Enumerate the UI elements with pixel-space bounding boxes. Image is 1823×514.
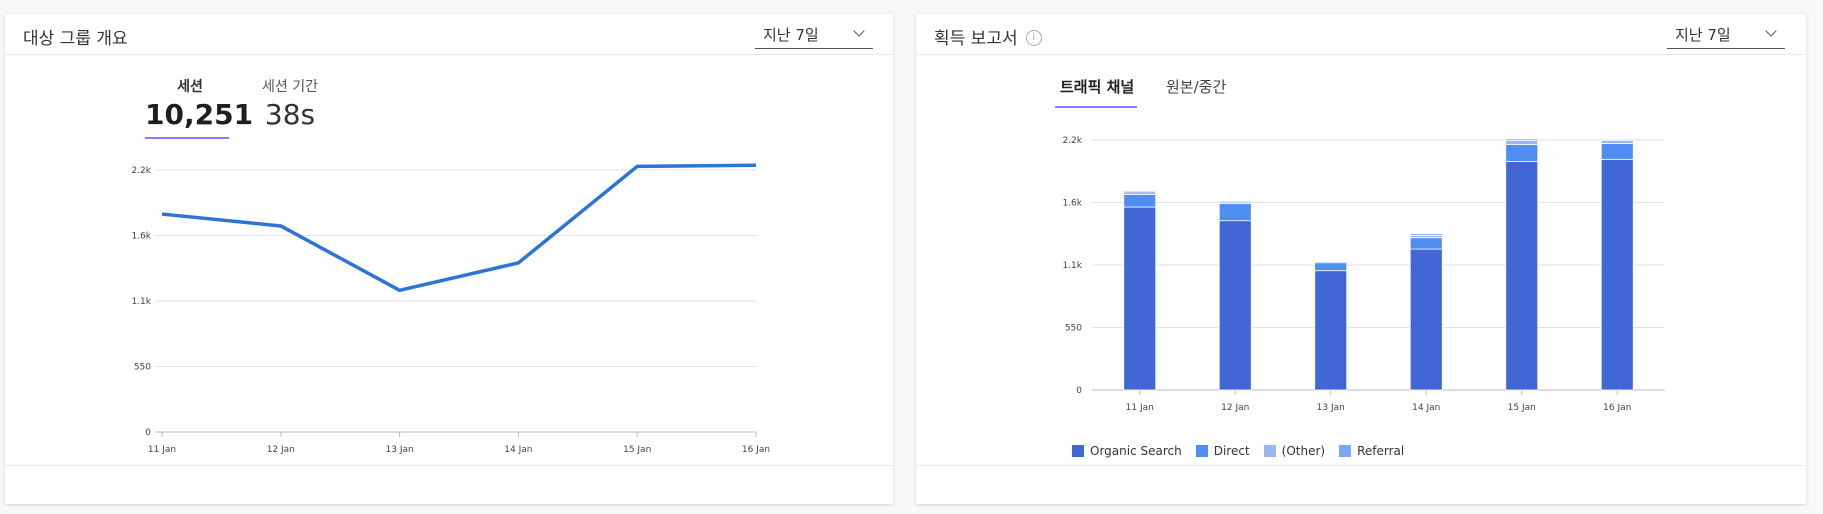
bar-segment [1123,191,1157,195]
bar-segment [1409,233,1443,236]
chart-legend: Organic Search Direct (Other) Referral [1072,444,1418,458]
legend-label: Organic Search [1090,444,1182,458]
bar-segment [1123,194,1157,208]
bar-segment [1505,138,1539,141]
x-tick-label: 16 Jan [742,445,770,455]
traffic-channel-bar-chart: 0 550 1.1k 1.6k 2.2k 11 Jan 12 Jan 13 Jan 14 Jan… [1062,136,1665,413]
x-tick-label: 14 Jan [1412,403,1440,413]
bar-segment [1600,143,1634,160]
bar-segment [1218,203,1252,222]
x-tick-label: 13 Jan [1317,403,1345,413]
legend-swatch [1072,445,1084,457]
legend-swatch [1195,445,1208,457]
y-tick-label: 1.6k [1062,199,1082,209]
bar-segment [1314,270,1348,391]
legend-item[interactable]: Referral [1339,444,1404,458]
x-tick-label: 16 Jan [1603,403,1631,413]
legend-label: Direct [1213,444,1250,458]
sessions-line-chart: 0 550 1.1k 1.6k 2.2k 11 Jan 12 Jan 13 Jan 14 Jan… [131,163,770,455]
card-footer-divider [916,465,1806,466]
bar-segment [1409,248,1443,391]
bar-segment [1505,161,1539,391]
card-footer-divider [5,465,893,466]
x-tick-label: 13 Jan [386,445,414,455]
series-line [161,163,757,293]
bar-segment [1505,140,1539,145]
bar-segment [1123,190,1157,193]
bar-segment [1409,237,1443,250]
y-tick-label: 1.1k [131,297,151,307]
legend-swatch [1339,445,1352,457]
legend-label: (Other) [1281,444,1326,458]
bar-segment [1505,144,1539,162]
y-tick-label: 0 [1076,386,1082,396]
x-tick-label: 14 Jan [504,445,532,455]
y-tick-label: 2.2k [1062,136,1082,146]
legend-item[interactable]: Organic Search [1072,444,1182,458]
bar-segment [1123,206,1157,391]
bar-segment [1218,220,1252,391]
legend-item[interactable]: Direct [1195,444,1250,458]
y-tick-label: 1.6k [131,232,151,242]
bar-segment [1314,261,1348,264]
legend-label: Referral [1357,444,1405,458]
legend-swatch [1263,445,1276,457]
x-tick-label: 12 Jan [267,445,295,455]
y-tick-label: 550 [1065,324,1082,334]
x-tick-label: 11 Jan [1126,403,1154,413]
bar-segment [1600,140,1634,144]
bar-segment [1600,158,1634,391]
audience-overview-card: 대상 그룹 개요 지난 7일 세션 10,251 세션 기간 38s 0 550 1… [5,14,893,504]
y-tick-label: 0 [145,428,151,438]
x-tick-label: 12 Jan [1221,403,1249,413]
x-tick-label: 15 Jan [623,445,651,455]
x-tick-label: 15 Jan [1508,403,1536,413]
y-tick-label: 550 [134,363,151,373]
bar-segment [1600,139,1634,141]
bar-segment [1314,262,1348,272]
y-tick-label: 1.1k [1062,261,1082,271]
legend-item[interactable]: (Other) [1263,444,1326,458]
acquisition-report-card: 획득 보고서 i 지난 7일 트래픽 채널 원본/중간 0 550 1.1k 1.6k 2… [916,14,1806,504]
x-tick-label: 11 Jan [148,445,176,455]
y-tick-label: 2.2k [131,166,151,176]
bar-segment [1218,200,1252,203]
